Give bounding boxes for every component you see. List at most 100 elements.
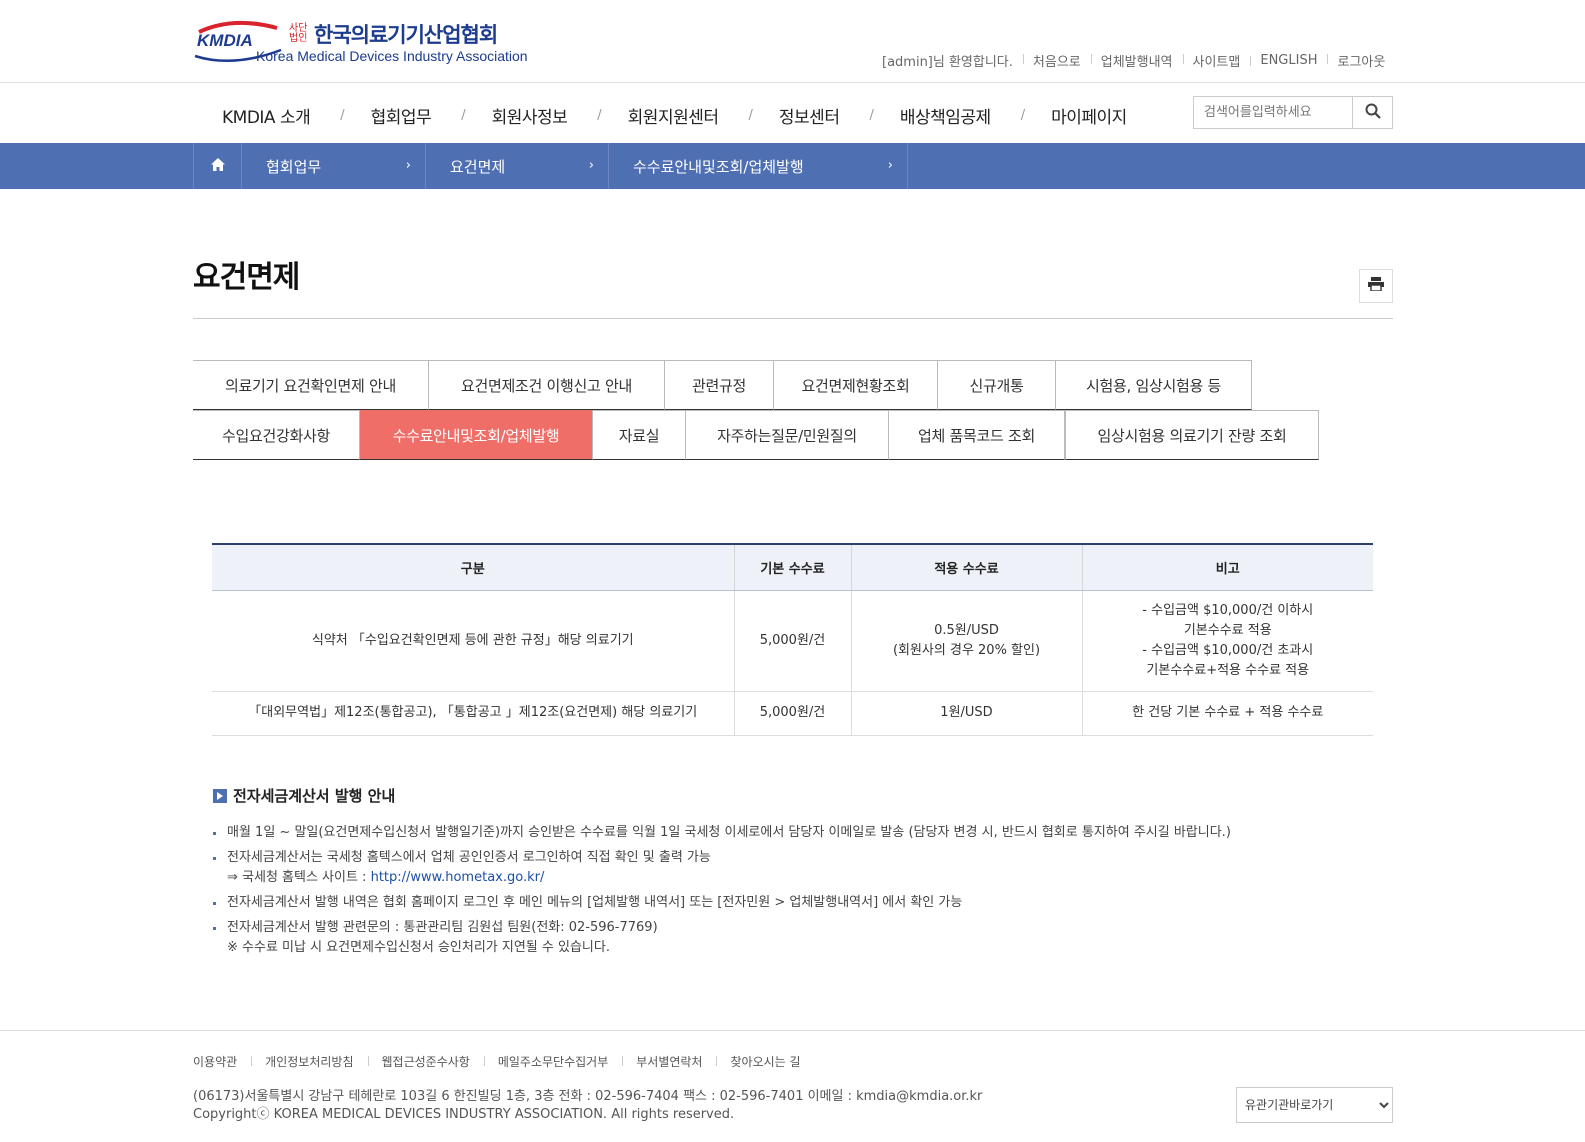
chevron-right-icon: › <box>887 158 893 173</box>
col-header-applied-fee: 적용 수수료 <box>850 543 1082 591</box>
hometax-link[interactable]: http://www.hometax.go.kr/ <box>371 870 545 885</box>
util-link-company-issue[interactable]: 업체발행내역 <box>1090 51 1183 70</box>
gnb-item-member-support[interactable]: 회원지원센터 <box>628 103 719 128</box>
gnb-item-association-work[interactable]: 협회업무 <box>371 103 432 128</box>
tab-import-requirements[interactable]: 수입요건강화사항 <box>193 410 360 460</box>
tab-row-2: 수입요건강화사항 수수료안내및조회/업체발행 자료실 자주하는질문/민원질의 업… <box>193 410 1319 460</box>
gnb-separator: / <box>461 108 466 123</box>
square-arrow-icon <box>213 788 227 803</box>
tab-faq[interactable]: 자주하는질문/민원질의 <box>686 410 889 460</box>
tab-row-1: 의료기기 요건확인면제 안내 요건면제조건 이행신고 안내 관련규정 요건면제현… <box>193 360 1252 410</box>
table-row: 식약처 「수입요건확인면제 등에 관한 규정」해당 의료기기 5,000원/건 … <box>212 590 1373 692</box>
breadcrumb-level3[interactable]: 수수료안내및조회/업체발행 › <box>609 143 908 189</box>
breadcrumb-level2[interactable]: 요건면제 › <box>426 143 609 189</box>
gnb-separator: / <box>748 108 753 123</box>
search-button[interactable] <box>1352 97 1392 128</box>
cell-base-fee: 5,000원/건 <box>733 590 851 692</box>
tab-product-code[interactable]: 업체 품목코드 조회 <box>889 410 1065 460</box>
note-line: - 수입금액 $10,000/건 이하시 <box>1142 602 1314 618</box>
search-icon <box>1365 103 1381 123</box>
notice-title: 전자세금계산서 발행 안내 <box>233 787 396 805</box>
gnb-separator: / <box>340 108 345 123</box>
footer-link-accessibility[interactable]: 웹접근성준수사항 <box>367 1053 484 1070</box>
notice-text: 매월 1일 ~ 말일(요건면제수입신청서 발행일기준)까지 승인받은 수수료를 … <box>227 825 1231 840</box>
chevron-right-icon: › <box>588 158 594 173</box>
gnb-item-info-center[interactable]: 정보센터 <box>779 103 840 128</box>
tab-regulations[interactable]: 관련규정 <box>665 360 774 410</box>
util-link-home[interactable]: 처음으로 <box>1022 51 1091 70</box>
cell-base-fee: 5,000원/건 <box>733 691 851 736</box>
col-header-category: 구분 <box>212 543 734 591</box>
gnb-item-liability[interactable]: 배상책임공제 <box>900 103 991 128</box>
gnb-item-member-info[interactable]: 회원사정보 <box>492 103 568 128</box>
col-header-note: 비고 <box>1081 543 1373 591</box>
list-item: 전자세금계산서 발행 내역은 협회 홈페이지 로그인 후 메인 메뉴의 [업체발… <box>213 893 1373 913</box>
notice-text: 전자세금계산서 발행 내역은 협회 홈페이지 로그인 후 메인 메뉴의 [업체발… <box>227 895 963 910</box>
fee-table: 구분 기본 수수료 적용 수수료 비고 식약처 「수입요건확인면제 등에 관한 … <box>212 543 1373 736</box>
applied-fee-value: 0.5원/USD <box>934 622 999 638</box>
tab-exemption-status[interactable]: 요건면제현황조회 <box>774 360 938 410</box>
tab-clinical-remaining[interactable]: 임상시험용 의료기기 잔량 조회 <box>1065 410 1319 460</box>
footer-link-email-policy[interactable]: 메일주소무단수집거부 <box>483 1053 622 1070</box>
cell-note: 한 건당 기본 수수료 + 적용 수수료 <box>1081 691 1373 736</box>
tab-clinical-use[interactable]: 시험용, 임상시험용 등 <box>1056 360 1252 410</box>
breadcrumb-level2-label: 요건면제 <box>450 157 506 176</box>
footer-link-terms[interactable]: 이용약관 <box>193 1053 251 1070</box>
list-item: 매월 1일 ~ 말일(요건면제수입신청서 발행일기준)까지 승인받은 수수료를 … <box>213 823 1373 843</box>
table-row: 「대외무역법」제12조(통합공고), 「통합공고 」제12조(요건면제) 해당 … <box>212 691 1373 736</box>
search-input[interactable] <box>1194 97 1354 128</box>
footer-links: 이용약관 개인정보처리방침 웹접근성준수사항 메일주소무단수집거부 부서별연락처… <box>193 1053 815 1070</box>
list-item: 전자세금계산서는 국세청 홈텍스에서 업체 공인인증서 로그인하여 직접 확인 … <box>213 848 1373 888</box>
notice-heading: 전자세금계산서 발행 안내 <box>213 785 395 806</box>
welcome-text: [admin]님 환영합니다. <box>882 54 1013 70</box>
printer-icon <box>1368 277 1384 295</box>
footer-address-block: (06173)서울특별시 강남구 테헤란로 103길 6 한진빌딩 1층, 3층… <box>193 1088 982 1124</box>
breadcrumb-level1-label: 협회업무 <box>266 157 322 176</box>
utility-nav: [admin]님 환영합니다. 처음으로 업체발행내역 사이트맵 ENGLISH… <box>870 51 1395 70</box>
gnb-separator: / <box>869 108 874 123</box>
breadcrumb: 협회업무 › 요건면제 › 수수료안내및조회/업체발행 › <box>0 143 1585 189</box>
cell-category: 식약처 「수입요건확인면제 등에 관한 규정」해당 의료기기 <box>212 590 734 692</box>
footer-link-privacy[interactable]: 개인정보처리방침 <box>251 1053 367 1070</box>
breadcrumb-level1[interactable]: 협회업무 › <box>242 143 426 189</box>
notice-subline: ⇒ 국세청 홈텍스 사이트 : http://www.hometax.go.kr… <box>227 868 1373 888</box>
title-divider <box>193 318 1393 319</box>
note-line: - 수입금액 $10,000/건 초과시 <box>1142 642 1314 658</box>
logo-mark-text: KMDIA <box>197 31 253 50</box>
cell-applied-fee: 1원/USD <box>850 691 1082 736</box>
notice-list: 매월 1일 ~ 말일(요건면제수입신청서 발행일기준)까지 승인받은 수수료를 … <box>213 823 1373 963</box>
footer-link-directions[interactable]: 찾아오시는 길 <box>716 1053 814 1070</box>
gnb-separator: / <box>597 108 602 123</box>
notice-text: ※ 수수료 미납 시 요건면제수입신청서 승인처리가 지연될 수 있습니다. <box>227 940 610 955</box>
notice-text: ⇒ 국세청 홈텍스 사이트 : <box>227 870 371 885</box>
search-box <box>1193 96 1393 129</box>
notice-text: 전자세금계산서는 국세청 홈텍스에서 업체 공인인증서 로그인하여 직접 확인 … <box>227 850 711 865</box>
logo-korean-name: 한국의료기기산업협회 <box>314 23 498 47</box>
note-line: 기본수수료+적용 수수료 적용 <box>1146 662 1310 678</box>
logo-english-name: Korea Medical Devices Industry Associati… <box>256 48 528 64</box>
util-link-english[interactable]: ENGLISH <box>1250 53 1327 68</box>
util-link-logout[interactable]: 로그아웃 <box>1327 51 1395 70</box>
tab-new-activation[interactable]: 신규개통 <box>938 360 1056 410</box>
cell-applied-fee: 0.5원/USD (회원사의 경우 20% 할인) <box>850 590 1082 692</box>
cell-category: 「대외무역법」제12조(통합공고), 「통합공고 」제12조(요건면제) 해당 … <box>212 691 734 736</box>
note-line: 기본수수료 적용 <box>1183 622 1272 638</box>
util-link-sitemap[interactable]: 사이트맵 <box>1182 51 1251 70</box>
site-footer: 이용약관 개인정보처리방침 웹접근성준수사항 메일주소무단수집거부 부서별연락처… <box>0 1030 1585 1142</box>
tab-archive[interactable]: 자료실 <box>593 410 686 460</box>
footer-address: (06173)서울특별시 강남구 테헤란로 103길 6 한진빌딩 1층, 3층… <box>193 1089 983 1104</box>
family-site-select[interactable]: 유관기관바로가기 <box>1236 1087 1393 1123</box>
print-button[interactable] <box>1359 269 1393 303</box>
tab-fulfillment-report[interactable]: 요건면제조건 이행신고 안내 <box>429 360 665 410</box>
table-header-row: 구분 기본 수수료 적용 수수료 비고 <box>212 543 1373 591</box>
list-item: 전자세금계산서 발행 관련문의 : 통관관리팀 김원섭 팀원(전화: 02-59… <box>213 918 1373 958</box>
breadcrumb-level3-label: 수수료안내및조회/업체발행 <box>633 157 804 176</box>
page-title: 요건면제 <box>193 260 300 295</box>
tab-exemption-guide[interactable]: 의료기기 요건확인면제 안내 <box>193 360 429 410</box>
site-logo[interactable]: KMDIA 사단법인 한국의료기기산업협회 Korea Medical Devi… <box>193 18 528 68</box>
gnb-item-about[interactable]: KMDIA 소개 <box>222 103 311 128</box>
tab-fee-guide[interactable]: 수수료안내및조회/업체발행 <box>360 410 593 460</box>
gnb-item-mypage[interactable]: 마이페이지 <box>1051 103 1127 128</box>
footer-link-contacts[interactable]: 부서별연락처 <box>622 1053 716 1070</box>
breadcrumb-home[interactable] <box>193 143 242 189</box>
